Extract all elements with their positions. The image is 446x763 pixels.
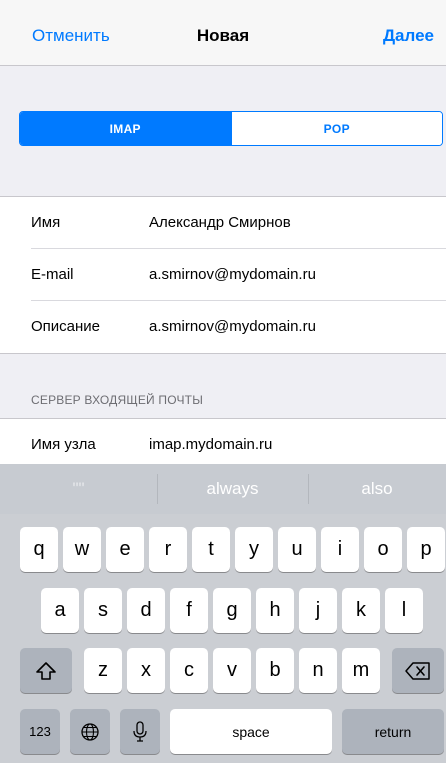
return-key[interactable]: return [342, 709, 444, 754]
incoming-server-header: СЕРВЕР ВХОДЯЩЕЙ ПОЧТЫ [31, 393, 204, 407]
numbers-key[interactable]: 123 [20, 709, 60, 754]
description-label: Описание [31, 318, 101, 335]
name-label: Имя [31, 214, 61, 231]
next-button[interactable]: Далее [383, 26, 434, 46]
key-c[interactable]: c [170, 648, 208, 693]
suggestion-bar: "" always also [0, 464, 446, 514]
description-field[interactable]: a.smirnov@mydomain.ru [149, 318, 316, 335]
key-m[interactable]: m [342, 648, 380, 693]
email-field[interactable]: a.smirnov@mydomain.ru [149, 266, 316, 283]
microphone-icon [133, 720, 147, 742]
key-g[interactable]: g [213, 588, 251, 633]
key-u[interactable]: u [278, 527, 316, 572]
shift-icon [36, 661, 56, 680]
hostname-row[interactable]: Имя узла imap.mydomain.ru [0, 418, 446, 468]
key-z[interactable]: z [84, 648, 122, 693]
key-d[interactable]: d [127, 588, 165, 633]
description-row[interactable]: Описание a.smirnov@mydomain.ru [0, 301, 446, 353]
globe-key[interactable] [70, 709, 110, 754]
suggestion-always[interactable]: always [157, 464, 308, 514]
key-s[interactable]: s [84, 588, 122, 633]
delete-icon [405, 661, 430, 680]
name-row[interactable]: Имя Александр Смирнов [0, 197, 446, 249]
key-t[interactable]: t [192, 527, 230, 572]
space-key[interactable]: space [170, 709, 332, 754]
screen: Отменить Новая Далее IMAP POP Имя Алекса… [0, 0, 446, 763]
key-v[interactable]: v [213, 648, 251, 693]
key-x[interactable]: x [127, 648, 165, 693]
key-f[interactable]: f [170, 588, 208, 633]
key-e[interactable]: e [106, 527, 144, 572]
email-row[interactable]: E-mail a.smirnov@mydomain.ru [0, 249, 446, 301]
hostname-label: Имя узла [31, 436, 96, 453]
key-n[interactable]: n [299, 648, 337, 693]
key-r[interactable]: r [149, 527, 187, 572]
keyboard: "" always also q w e r t y u i o p a s d… [0, 464, 446, 763]
delete-key[interactable] [392, 648, 444, 693]
key-y[interactable]: y [235, 527, 273, 572]
key-j[interactable]: j [299, 588, 337, 633]
key-w[interactable]: w [63, 527, 101, 572]
email-label: E-mail [31, 266, 74, 283]
microphone-key[interactable] [120, 709, 160, 754]
globe-icon [81, 722, 99, 741]
key-i[interactable]: i [321, 527, 359, 572]
shift-key[interactable] [20, 648, 72, 693]
segment-imap[interactable]: IMAP [20, 112, 231, 145]
key-h[interactable]: h [256, 588, 294, 633]
key-k[interactable]: k [342, 588, 380, 633]
suggestion-also[interactable]: also [308, 464, 446, 514]
segment-pop[interactable]: POP [230, 112, 442, 145]
key-q[interactable]: q [20, 527, 58, 572]
suggestion-quotes[interactable]: "" [0, 464, 157, 514]
key-p[interactable]: p [407, 527, 445, 572]
key-l[interactable]: l [385, 588, 423, 633]
key-o[interactable]: o [364, 527, 402, 572]
account-form: Имя Александр Смирнов E-mail a.smirnov@m… [0, 196, 446, 354]
key-a[interactable]: a [41, 588, 79, 633]
hostname-field[interactable]: imap.mydomain.ru [149, 436, 272, 453]
name-field[interactable]: Александр Смирнов [149, 214, 291, 231]
protocol-segmented-control: IMAP POP [19, 111, 443, 146]
page-title: Новая [196, 26, 250, 45]
key-b[interactable]: b [256, 648, 294, 693]
navigation-bar: Отменить Новая Далее [0, 0, 446, 66]
